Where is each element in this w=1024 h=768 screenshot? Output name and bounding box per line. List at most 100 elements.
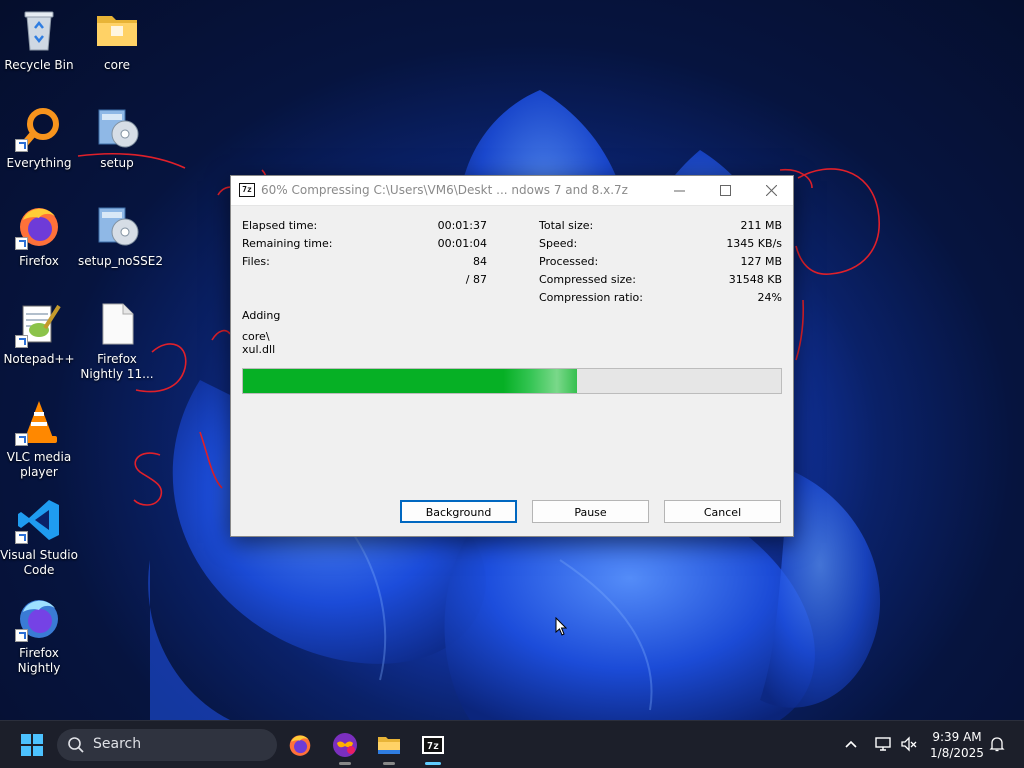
desktop-icon-label: setup_noSSE2 bbox=[78, 254, 163, 268]
desktop-icon-setup-nosse2[interactable]: setup_noSSE2 bbox=[78, 202, 163, 269]
chevron-up-icon bbox=[845, 740, 857, 748]
show-hidden-icons-button[interactable] bbox=[842, 735, 862, 755]
shortcut-arrow-icon bbox=[15, 335, 28, 348]
stat-row: Compressed size: 31548 KB bbox=[539, 273, 782, 291]
desktop-icon-label: Firefox bbox=[19, 254, 59, 268]
file-icon bbox=[93, 300, 141, 348]
background-button[interactable]: Background bbox=[400, 500, 517, 523]
current-filename: xul.dll bbox=[242, 343, 276, 356]
stat-value: / 87 bbox=[465, 273, 487, 286]
installer-icon bbox=[93, 202, 141, 250]
progress-bar bbox=[242, 368, 782, 394]
taskbar-firefox[interactable] bbox=[284, 729, 316, 761]
shortcut-arrow-icon bbox=[15, 433, 28, 446]
clock-time: 9:39 AM bbox=[932, 730, 982, 744]
progress-bar-fill bbox=[243, 369, 577, 393]
taskbar: Search 7z 9:39 AM 1/8/2025 bbox=[0, 720, 1024, 768]
dialog-title: 60% Compressing C:\Users\VM6\Deskt ... n… bbox=[261, 183, 628, 197]
clock-date: 1/8/2025 bbox=[930, 746, 984, 760]
minimize-icon bbox=[673, 190, 685, 192]
taskbar-search-box[interactable]: Search bbox=[57, 729, 277, 761]
desktop-icon-label: Firefox Nightly bbox=[17, 646, 61, 675]
stat-value: 1345 KB/s bbox=[726, 237, 782, 250]
desktop-icon-vlc[interactable]: VLC media player bbox=[0, 398, 78, 480]
search-icon bbox=[68, 737, 84, 753]
desktop-icon-label: setup bbox=[100, 156, 134, 170]
system-clock[interactable]: 9:39 AM 1/8/2025 bbox=[922, 729, 992, 761]
minimize-button[interactable] bbox=[656, 176, 702, 205]
shortcut-arrow-icon bbox=[15, 139, 28, 152]
file-explorer-icon bbox=[378, 737, 400, 754]
operation-status: Adding bbox=[242, 309, 281, 322]
desktop-icon-label: VLC media player bbox=[6, 450, 72, 479]
everything-icon bbox=[15, 104, 63, 152]
stat-value: 211 MB bbox=[740, 219, 782, 232]
desktop-icon-notepadpp[interactable]: Notepad++ bbox=[0, 300, 78, 367]
stat-label: Elapsed time: bbox=[242, 219, 318, 232]
stat-value: 00:01:04 bbox=[437, 237, 487, 250]
desktop-icon-label: Recycle Bin bbox=[4, 58, 74, 72]
svg-text:7z: 7z bbox=[427, 741, 439, 752]
desktop-icon-firefox[interactable]: Firefox bbox=[0, 202, 78, 269]
desktop-icon-setup[interactable]: setup bbox=[78, 104, 156, 171]
stat-row: Files: 84 bbox=[242, 255, 487, 273]
stat-label: Remaining time: bbox=[242, 237, 333, 250]
windows-logo-icon bbox=[21, 734, 43, 756]
network-icon-button[interactable] bbox=[874, 735, 894, 755]
installer-icon bbox=[93, 104, 141, 152]
dialog-titlebar[interactable]: 7z 60% Compressing C:\Users\VM6\Deskt ..… bbox=[231, 176, 793, 206]
stat-row: Speed: 1345 KB/s bbox=[539, 237, 782, 255]
volume-muted-icon bbox=[901, 736, 917, 752]
stat-value: 24% bbox=[757, 291, 782, 304]
stat-value: 84 bbox=[473, 255, 487, 268]
shortcut-arrow-icon bbox=[15, 237, 28, 250]
start-button[interactable] bbox=[16, 729, 48, 761]
desktop-icon-core[interactable]: core bbox=[78, 6, 156, 73]
desktop-icon-firefox-nightly-file[interactable]: Firefox Nightly 11... bbox=[78, 300, 156, 382]
taskbar-7zip[interactable]: 7z bbox=[417, 729, 449, 765]
close-icon bbox=[765, 185, 777, 196]
desktop: Recycle Bin core Everything setup Firefo… bbox=[0, 0, 1024, 720]
volume-icon-button[interactable] bbox=[900, 735, 920, 755]
7zip-icon: 7z bbox=[239, 183, 255, 197]
close-button[interactable] bbox=[748, 176, 794, 205]
cancel-button[interactable]: Cancel bbox=[664, 500, 781, 523]
stat-label: Total size: bbox=[539, 219, 594, 232]
pause-button[interactable]: Pause bbox=[532, 500, 649, 523]
stat-value: 127 MB bbox=[740, 255, 782, 268]
bell-icon bbox=[989, 737, 1005, 752]
stat-value: 31548 KB bbox=[728, 273, 782, 286]
desktop-icon-firefox-nightly[interactable]: Firefox Nightly bbox=[0, 594, 78, 676]
desktop-icon-label: Visual Studio Code bbox=[0, 548, 78, 577]
7zip-icon: 7z bbox=[422, 736, 444, 754]
shortcut-arrow-icon bbox=[15, 629, 28, 642]
desktop-icon-label: Everything bbox=[6, 156, 72, 170]
right-stats: Total size: 211 MB Speed: 1345 KB/s Proces… bbox=[539, 219, 782, 309]
stat-label: Speed: bbox=[539, 237, 578, 250]
stat-row: Processed: 127 MB bbox=[539, 255, 782, 273]
vscode-icon bbox=[15, 496, 63, 544]
desktop-icon-recycle-bin[interactable]: Recycle Bin bbox=[0, 6, 78, 73]
running-indicator bbox=[383, 762, 395, 765]
vlc-icon bbox=[15, 398, 63, 446]
desktop-icon-everything[interactable]: Everything bbox=[0, 104, 78, 171]
desktop-icon-vscode[interactable]: Visual Studio Code bbox=[0, 496, 78, 578]
maximize-button[interactable] bbox=[702, 176, 748, 205]
taskbar-file-explorer[interactable] bbox=[373, 729, 405, 765]
firefox-icon bbox=[15, 202, 63, 250]
stat-row: Total size: 211 MB bbox=[539, 219, 782, 237]
desktop-icon-label: Firefox Nightly 11... bbox=[80, 352, 154, 381]
current-file: core\ xul.dll bbox=[242, 330, 275, 356]
search-label: Search bbox=[93, 736, 142, 752]
mask-icon bbox=[333, 733, 357, 757]
stat-label: Processed: bbox=[539, 255, 599, 268]
stat-row: Elapsed time: 00:01:37 bbox=[242, 219, 487, 237]
shortcut-arrow-icon bbox=[15, 531, 28, 544]
current-path: core\ bbox=[242, 330, 270, 343]
notifications-button[interactable] bbox=[988, 735, 1008, 755]
active-indicator bbox=[425, 762, 441, 765]
maximize-icon bbox=[719, 185, 731, 196]
stat-label bbox=[242, 273, 422, 291]
left-stats: Elapsed time: 00:01:37 Remaining time: 00:… bbox=[242, 219, 487, 291]
taskbar-mask-app[interactable] bbox=[329, 729, 361, 765]
